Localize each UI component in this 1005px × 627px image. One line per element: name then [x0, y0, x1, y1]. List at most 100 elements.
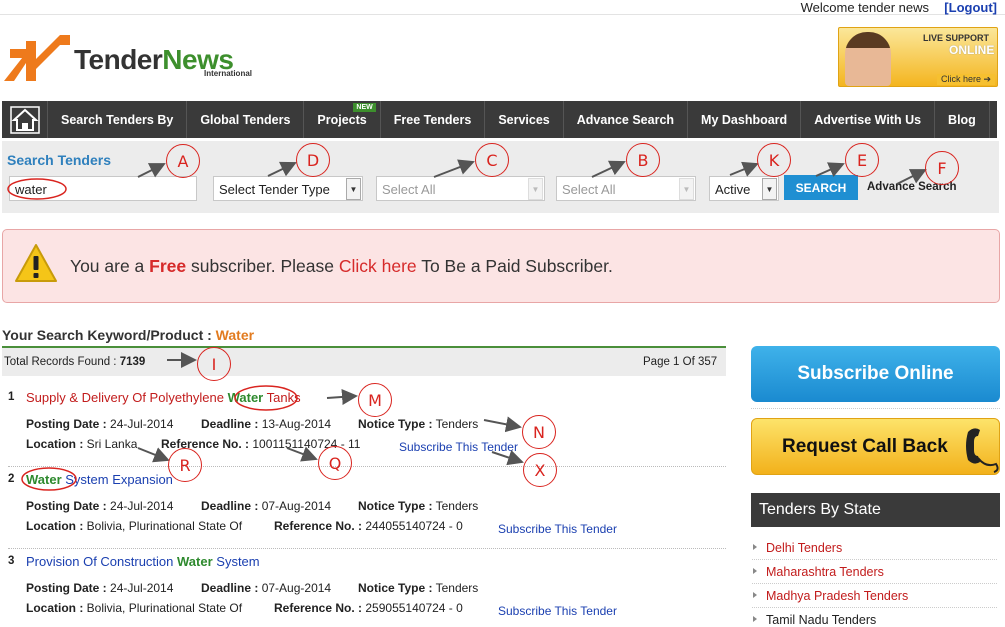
search-button[interactable]: SEARCH [784, 175, 858, 200]
title-part: System Expansion [61, 472, 173, 487]
annotation-marker: F [925, 151, 959, 185]
page-indicator: Page 1 Of 357 [643, 356, 718, 368]
annotation-marker: K [757, 143, 791, 177]
nav-blog[interactable]: Blog [935, 101, 990, 138]
total-records: Total Records Found : 7139 [4, 356, 145, 368]
logo-brand-a: Tender [74, 44, 163, 75]
annotation-marker: N [522, 415, 556, 449]
nav-services[interactable]: Services [485, 101, 564, 138]
title-part: Tanks [263, 390, 301, 405]
nav-advance-search[interactable]: Advance Search [564, 101, 689, 138]
annotation-marker: I [197, 347, 231, 381]
reference-label: Reference No. : [274, 601, 363, 615]
annotation-marker: Q [318, 446, 352, 480]
total-count: 7139 [119, 356, 146, 368]
annotation-marker: D [296, 143, 330, 177]
nav-search-tenders-by[interactable]: Search Tenders By [48, 101, 188, 138]
subscribe-tender-link[interactable]: Subscribe This Tender [498, 522, 617, 536]
tender-type-select[interactable]: Select Tender Type ▼ [213, 176, 363, 201]
nav-free-tenders[interactable]: Free Tenders [381, 101, 486, 138]
logout-link[interactable]: [Logout] [944, 0, 997, 15]
posting-label: Posting Date : [26, 581, 107, 595]
reference-label: Reference No. : [161, 437, 250, 451]
posting-date: Posting Date : 24-Jul-2014 [26, 417, 173, 431]
location-label: Location : [26, 601, 84, 615]
alert-free: Free [149, 256, 187, 276]
home-button[interactable] [2, 101, 48, 138]
notice-label: Notice Type : [358, 581, 433, 595]
nav-projects[interactable]: Projects NEW [304, 101, 381, 138]
notice-type: Notice Type : Tenders [358, 581, 478, 595]
title-part: System [212, 554, 260, 569]
notice-type: Notice Type : Tenders [358, 417, 478, 431]
notice-type: Notice Type : Tenders [358, 499, 478, 513]
deadline-value: 07-Aug-2014 [261, 581, 332, 595]
reference-value: 259055140724 - 0 [365, 601, 463, 615]
search-keyword-label: Your Search Keyword/Product : Water [2, 327, 254, 343]
reference-label: Reference No. : [274, 519, 363, 533]
nav-projects-label: Projects [317, 112, 367, 127]
chevron-down-icon: ▼ [762, 178, 777, 200]
location-value: Bolivia, Plurinational State Of [86, 519, 243, 533]
posting-value: 24-Jul-2014 [110, 581, 174, 595]
logo-subtitle: International [204, 69, 253, 78]
state-link-delhi[interactable]: Delhi Tenders [752, 536, 997, 560]
logo-icon[interactable] [4, 35, 70, 81]
alert-mid: subscriber. Please [186, 256, 339, 276]
deadline-value: 13-Aug-2014 [261, 417, 332, 431]
result-number: 2 [8, 473, 15, 485]
deadline: Deadline : 07-Aug-2014 [201, 499, 331, 513]
keyword-input[interactable]: water [9, 176, 197, 201]
subscribe-tender-link[interactable]: Subscribe This Tender [498, 604, 617, 618]
notice-label: Notice Type : [358, 499, 433, 513]
live-support-cta[interactable]: Click here ➔ [937, 74, 996, 85]
warning-icon [15, 244, 57, 282]
location: Location : Bolivia, Plurinational State … [26, 601, 242, 615]
upgrade-link[interactable]: Click here [339, 256, 417, 276]
result-divider [8, 466, 726, 467]
nav-global-tenders[interactable]: Global Tenders [187, 101, 305, 138]
support-agent-image [845, 32, 891, 86]
phone-icon [966, 428, 999, 473]
reference-no: Reference No. : 244055140724 - 0 [274, 519, 463, 533]
keyword-value: water [15, 182, 47, 197]
state-link-madhya-pradesh[interactable]: Madhya Pradesh Tenders [752, 584, 997, 608]
live-support-banner[interactable]: LIVE SUPPORT ONLINE Click here ➔ [838, 27, 998, 87]
home-icon [9, 105, 40, 134]
location-label: Location : [26, 519, 84, 533]
subscribe-tender-link[interactable]: Subscribe This Tender [399, 440, 518, 454]
deadline-label: Deadline : [201, 499, 259, 513]
state-link-tamil-nadu[interactable]: Tamil Nadu Tenders [752, 608, 997, 627]
subscribe-online-button[interactable]: Subscribe Online [751, 346, 1000, 402]
deadline: Deadline : 07-Aug-2014 [201, 581, 331, 595]
reference-value: 244055140724 - 0 [365, 519, 463, 533]
search-title: Search Tenders [7, 152, 112, 168]
deadline: Deadline : 13-Aug-2014 [201, 417, 331, 431]
chevron-down-icon: ▼ [346, 178, 361, 200]
live-support-label: LIVE SUPPORT [923, 33, 990, 43]
state-link-maharashtra[interactable]: Maharashtra Tenders [752, 560, 997, 584]
alert-post: To Be a Paid Subscriber. [416, 256, 613, 276]
category-value: Select All [382, 182, 436, 197]
result-title-link[interactable]: Water System Expansion [26, 472, 173, 487]
location: Location : Bolivia, Plurinational State … [26, 519, 242, 533]
live-support-online: ONLINE [949, 43, 995, 57]
status-select[interactable]: Active ▼ [709, 176, 779, 201]
welcome-text: Welcome tender news [800, 0, 929, 15]
annotation-marker: B [626, 143, 660, 177]
alert-pre: You are a [70, 256, 150, 276]
category-select[interactable]: Select All ▼ [376, 176, 545, 201]
chevron-down-icon: ▼ [528, 178, 543, 200]
region-select[interactable]: Select All ▼ [556, 176, 696, 201]
deadline-label: Deadline : [201, 417, 259, 431]
notice-label: Notice Type : [358, 417, 433, 431]
nav-my-dashboard[interactable]: My Dashboard [688, 101, 802, 138]
annotation-marker: M [358, 383, 392, 417]
new-badge: NEW [353, 103, 376, 112]
posting-date: Posting Date : 24-Jul-2014 [26, 581, 173, 595]
result-title-link[interactable]: Supply & Delivery Of Polyethylene Water … [26, 390, 301, 405]
reference-no: Reference No. : 259055140724 - 0 [274, 601, 463, 615]
result-number: 3 [8, 555, 15, 567]
result-title-link[interactable]: Provision Of Construction Water System [26, 554, 260, 569]
nav-advertise[interactable]: Advertise With Us [801, 101, 936, 138]
